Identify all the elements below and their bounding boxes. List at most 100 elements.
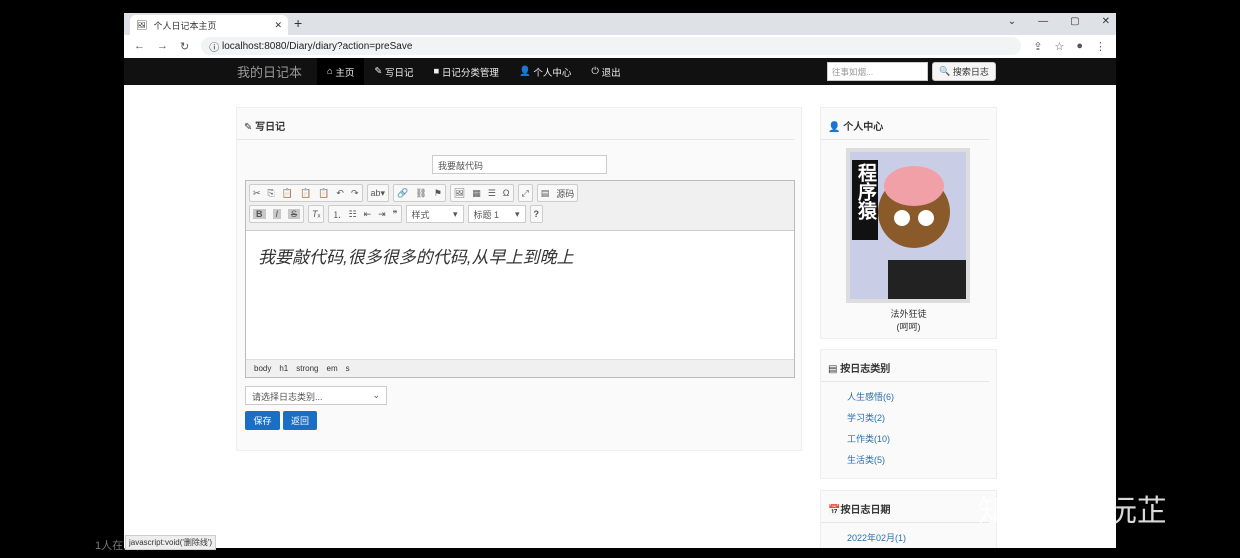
editor-toolbar: ✂ ⎘ 📋 📋 📋 ↶ ↷ ab▾ 🔗 ⛓ ⚑ 🖼 ▦ ☰ Ω ⤢ ▤ 源码 BIS Tₓ ⒈ ☷ ⇤ ⇥ ❞ … — [246, 181, 794, 231]
category-link[interactable]: 工作类(10) — [821, 432, 996, 445]
style-dropdown[interactable]: 样式 ▾ — [405, 205, 464, 223]
profile-panel: 👤 个人中心 程序猿 法外狂徒 (呵呵) — [820, 107, 997, 339]
heading-text: 写日记 — [255, 122, 286, 133]
format-label: 标题 1 — [473, 209, 500, 220]
path-item[interactable]: h1 — [279, 364, 288, 373]
undo-icon[interactable]: ↶ — [336, 188, 344, 199]
paste-icon[interactable]: 📋 — [282, 188, 293, 199]
nav-profile[interactable]: 👤 个人中心 — [509, 58, 581, 85]
category-select[interactable]: 请选择日志类别... ⌄ — [245, 386, 387, 405]
nav-label: 日记分类管理 — [441, 67, 499, 79]
paste-text-icon[interactable]: 📋 — [300, 188, 311, 199]
back-icon[interactable]: ← — [134, 40, 145, 52]
source-label: 源码 — [556, 188, 575, 199]
spellcheck-icon[interactable]: ab▾ — [371, 188, 386, 199]
watermark: 知乎 @小沅芷 — [978, 495, 1167, 528]
tab-bar: 🖼 个人日记本主页 ✕ + ⌄ — ▢ ✕ — [124, 13, 1116, 35]
nav-category[interactable]: ■ 日记分类管理 — [424, 58, 509, 85]
profile-signature: (呵呵) — [896, 322, 921, 332]
path-item[interactable]: s — [346, 364, 350, 373]
favicon-icon: 🖼 — [136, 19, 148, 30]
dropdown-arrow-icon: ▾ — [452, 208, 458, 219]
new-tab-button[interactable]: + — [294, 15, 302, 31]
bold-button[interactable]: B — [253, 209, 266, 219]
heading-text: 按日志类别 — [840, 364, 891, 375]
bookmark-star-icon[interactable]: ☆ — [1054, 40, 1064, 53]
save-button[interactable]: 保存 — [245, 411, 280, 430]
numbered-list-icon[interactable]: ⒈ — [332, 208, 341, 221]
help-label: ? — [533, 209, 540, 219]
element-path: body h1 strong em s — [246, 359, 794, 377]
path-item[interactable]: strong — [296, 364, 318, 373]
source-button[interactable]: ▤ 源码 — [536, 184, 579, 202]
path-item[interactable]: body — [254, 364, 271, 373]
title-input[interactable]: 我要敲代码 — [432, 155, 607, 174]
indent-icon[interactable]: ⇥ — [378, 209, 386, 220]
nav-write[interactable]: ✎ 写日记 — [364, 58, 423, 85]
nav-label: 个人中心 — [533, 67, 572, 79]
minimize-button[interactable]: — — [1038, 16, 1048, 27]
format-dropdown[interactable]: 标题 1 ▾ — [467, 205, 526, 223]
reload-icon[interactable]: ↻ — [180, 40, 189, 53]
panel-heading: 📅按日志日期 — [821, 491, 989, 523]
image-icon[interactable]: 🖼 — [454, 188, 465, 199]
url-input[interactable]: ⓘ localhost:8080/Diary/diary?action=preS… — [201, 37, 1022, 55]
navbar: 我的日记本 ⌂ 主页 ✎ 写日记 ■ 日记分类管理 👤 个人中心 ⏻ 退出 往事… — [124, 58, 1116, 85]
panel-heading: ▤ 按日志类别 — [821, 350, 989, 382]
menu-icon[interactable]: ⋮ — [1095, 40, 1106, 53]
status-bar: javascript:void('删除线') — [125, 535, 217, 550]
nav-home[interactable]: ⌂ 主页 — [317, 58, 365, 85]
horizontal-line-icon[interactable]: ☰ — [488, 188, 496, 199]
write-diary-panel: ✎ 写日记 我要敲代码 ✂ ⎘ 📋 📋 📋 ↶ ↷ ab▾ 🔗 ⛓ ⚑ 🖼 ▦ ☰ Ω ⤢ ▤ 源码 B… — [236, 107, 802, 451]
strike-button[interactable]: S — [288, 209, 301, 219]
link-icon[interactable]: 🔗 — [397, 188, 408, 199]
back-button[interactable]: 返回 — [283, 411, 317, 430]
category-link[interactable]: 人生感悟(6) — [821, 390, 996, 403]
anchor-flag-icon[interactable]: ⚑ — [434, 188, 442, 199]
editor-content[interactable]: 我要敲代码,很多很多的代码,从早上到晚上 — [246, 231, 794, 280]
nav-label: 主页 — [335, 67, 355, 79]
source-icon: ▤ — [540, 187, 550, 198]
close-window-button[interactable]: ✕ — [1102, 16, 1110, 27]
search-input[interactable]: 往事如烟... — [827, 62, 928, 81]
category-link[interactable]: 学习类(2) — [821, 411, 996, 424]
address-bar-row: ← → ↻ ⓘ localhost:8080/Diary/diary?action=… — [124, 35, 1116, 57]
brand[interactable]: 我的日记本 — [237, 62, 302, 81]
profile-icon[interactable]: ● — [1076, 40, 1083, 52]
avatar-text: 程序猿 — [855, 163, 876, 220]
forward-icon[interactable]: → — [157, 40, 168, 52]
chevron-down-icon: ⌄ — [372, 390, 380, 400]
path-item[interactable]: em — [327, 364, 338, 373]
remove-format-icon[interactable]: Tₓ — [312, 209, 320, 219]
select-value: 请选择日志类别... — [252, 392, 323, 402]
tab-search-icon[interactable]: ⌄ — [1008, 16, 1016, 27]
maximize-icon[interactable]: ⤢ — [522, 188, 529, 199]
nav-logout[interactable]: ⏻ 退出 — [581, 58, 630, 85]
cut-icon[interactable]: ✂ — [253, 188, 261, 199]
date-panel: 📅按日志日期 2022年02月(1) — [820, 490, 997, 548]
special-char-icon[interactable]: Ω — [503, 188, 510, 198]
paste-word-icon[interactable]: 📋 — [318, 188, 329, 199]
search-button[interactable]: 🔍 搜索日志 — [932, 62, 996, 81]
italic-button[interactable]: I — [272, 209, 282, 219]
redo-icon[interactable]: ↷ — [351, 188, 359, 199]
outdent-icon[interactable]: ⇤ — [364, 209, 372, 220]
share-icon[interactable]: ⇪ — [1033, 40, 1042, 53]
search-button-label: 搜索日志 — [952, 67, 989, 77]
table-icon[interactable]: ▦ — [472, 188, 481, 199]
date-link[interactable]: 2022年02月(1) — [821, 531, 996, 544]
close-tab-icon[interactable]: ✕ — [274, 20, 282, 31]
heading-text: 按日志日期 — [840, 505, 891, 516]
dropdown-arrow-icon: ▾ — [514, 208, 520, 219]
bulleted-list-icon[interactable]: ☷ — [349, 209, 357, 220]
copy-icon[interactable]: ⎘ — [268, 188, 275, 199]
blockquote-icon[interactable]: ❞ — [393, 209, 398, 220]
unlink-icon[interactable]: ⛓ — [415, 188, 426, 199]
heading-text: 个人中心 — [843, 122, 884, 133]
category-link[interactable]: 生活类(5) — [821, 453, 996, 466]
browser-tab[interactable]: 🖼 个人日记本主页 ✕ — [130, 15, 288, 35]
maximize-button[interactable]: ▢ — [1070, 16, 1079, 27]
info-icon: ⓘ — [209, 42, 222, 54]
browser-window: 🖼 个人日记本主页 ✕ + ⌄ — ▢ ✕ ← → ↻ ⓘ localhost:8080/Di… — [124, 13, 1116, 548]
help-button[interactable]: ? — [529, 205, 544, 223]
